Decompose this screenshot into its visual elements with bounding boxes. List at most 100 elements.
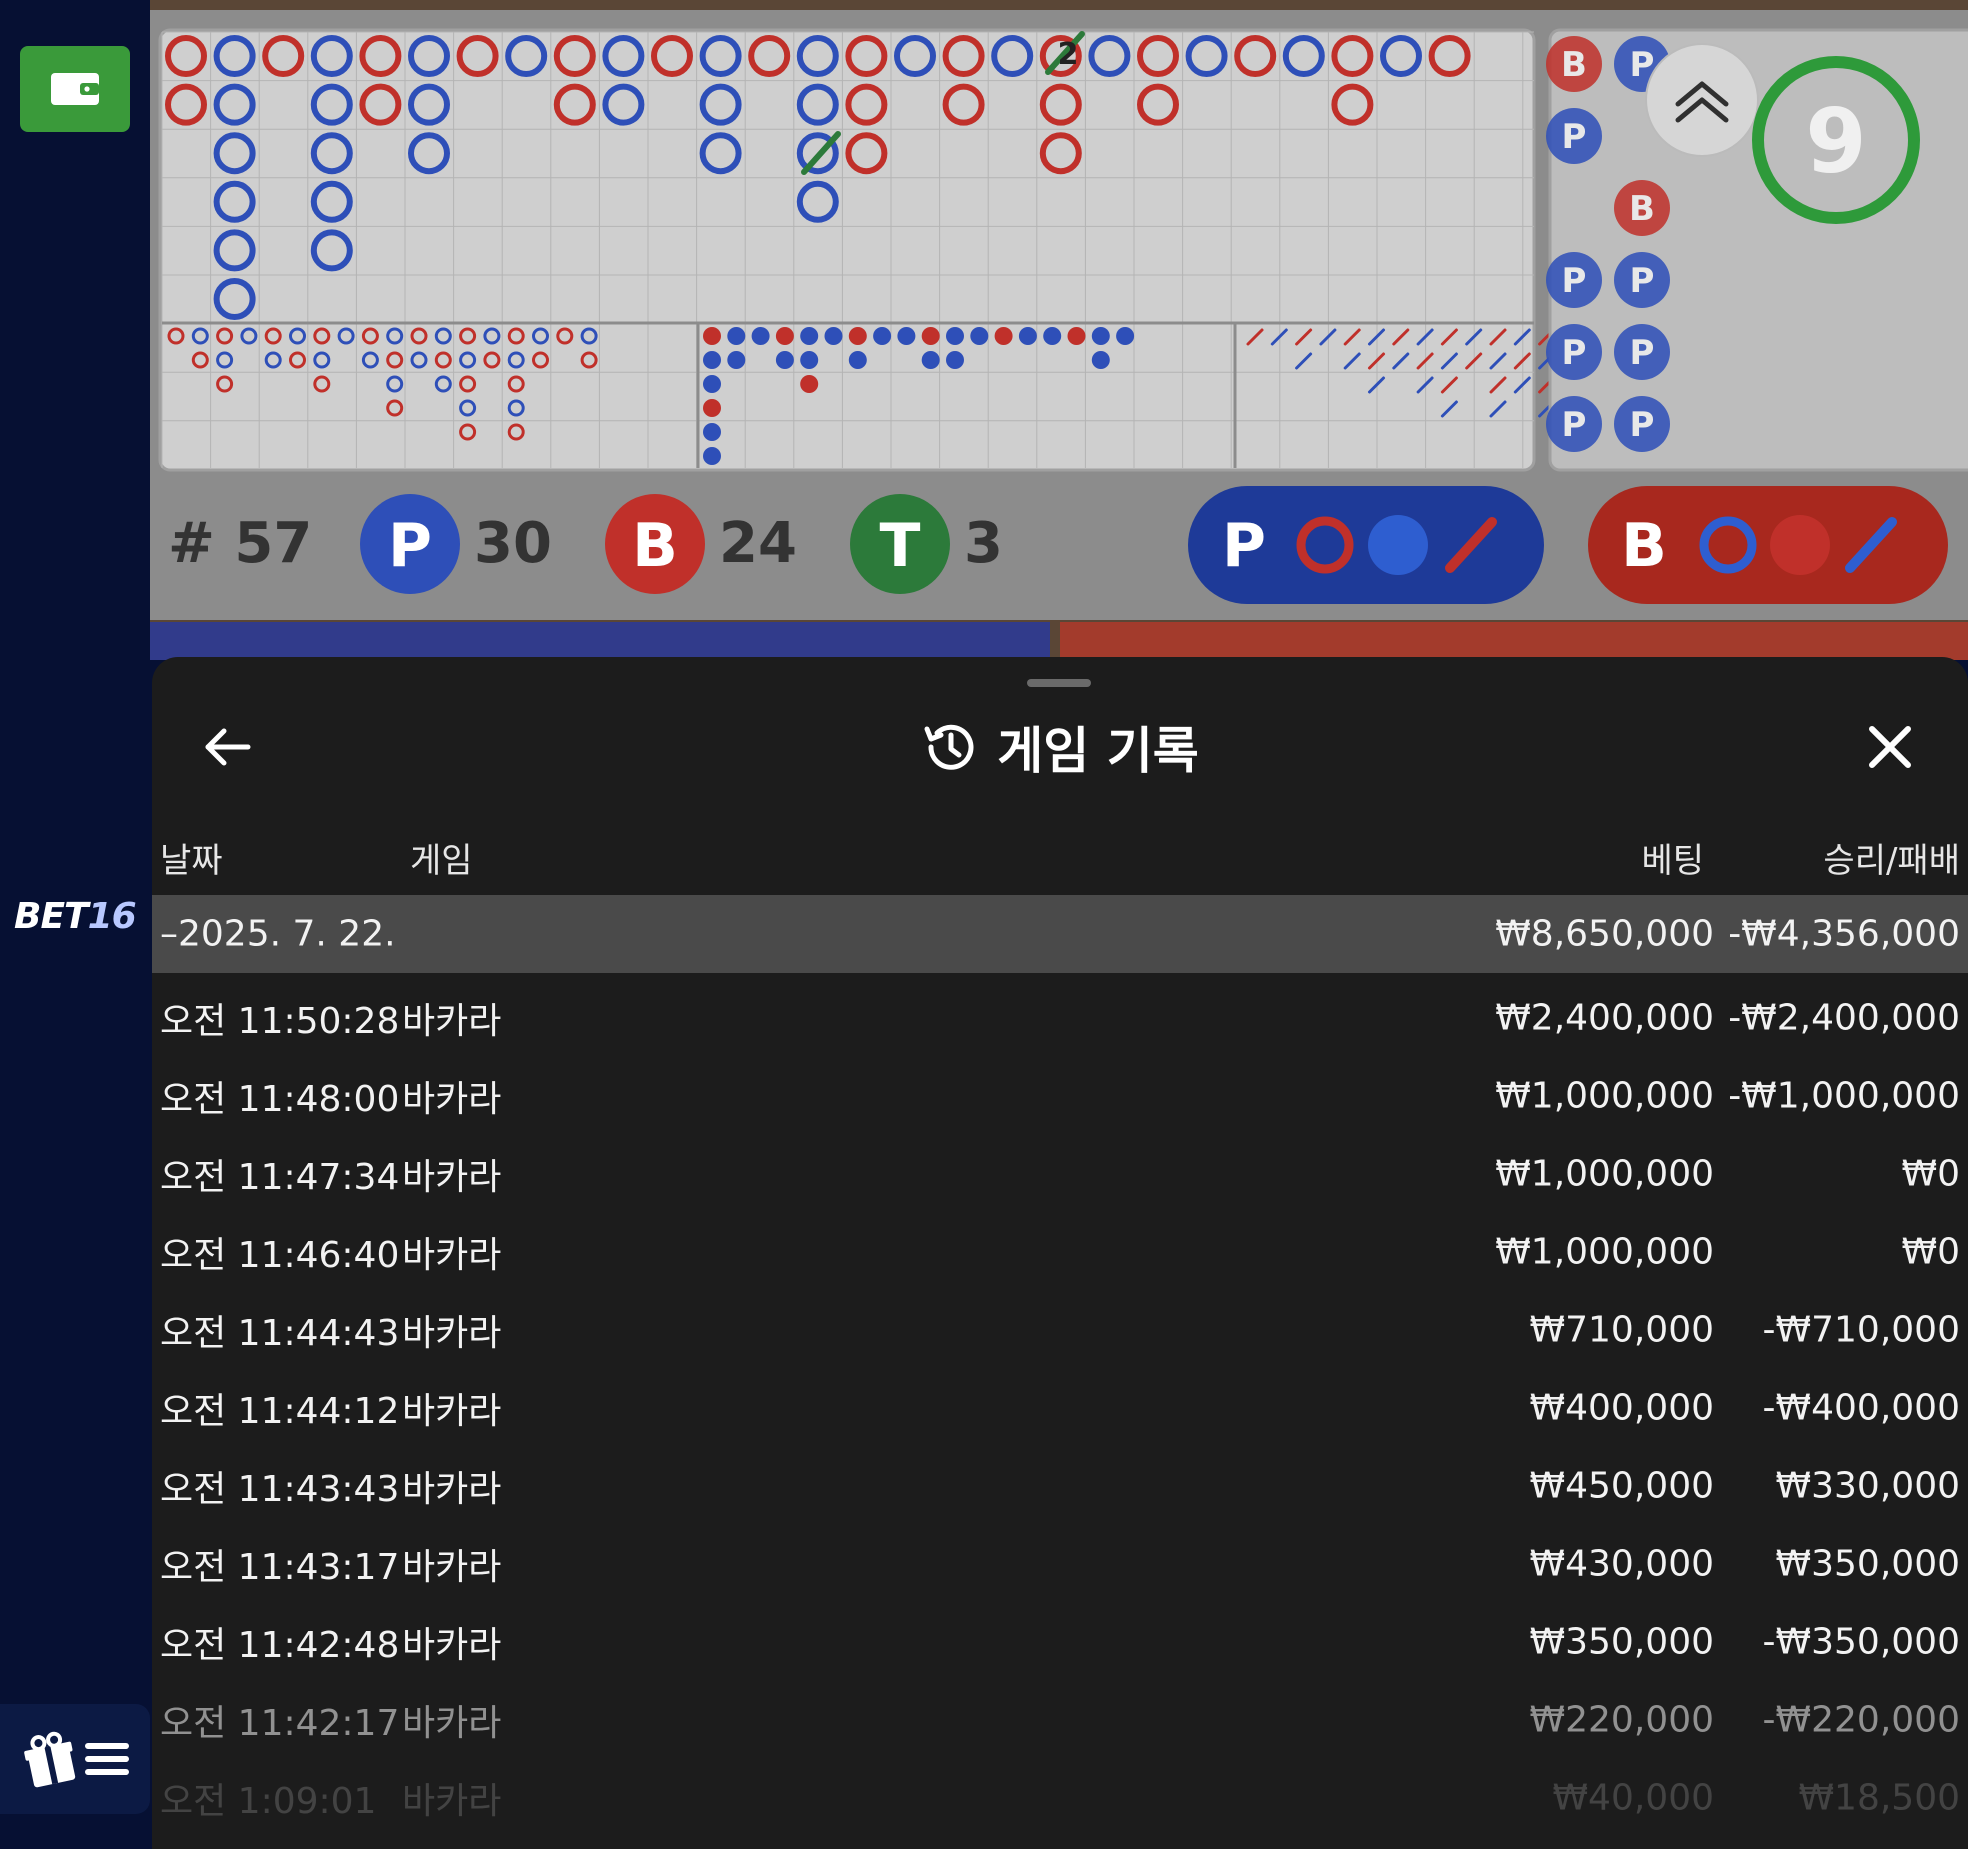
row-time: 오전 11:48:00 <box>160 1079 400 1120</box>
row-game: 바카라 <box>402 1157 502 1198</box>
row-time: 오전 11:44:43 <box>160 1313 400 1354</box>
row-time: 오전 11:44:12 <box>160 1391 400 1432</box>
row-result: ₩350,000 <box>1775 1543 1960 1585</box>
table-row[interactable]: 오전 11:42:17 바카라 ₩220,000 -₩220,000 <box>152 1681 1968 1759</box>
table-row[interactable]: 오전 1:09:01 바카라 ₩40,000 ₩18,500 <box>152 1759 1968 1837</box>
row-game: 바카라 <box>402 1547 502 1588</box>
banker-badge: B <box>632 511 678 581</box>
table-row[interactable]: 오전 11:44:12 바카라 ₩400,000 -₩400,000 <box>152 1369 1968 1447</box>
row-result: -₩220,000 <box>1762 1699 1960 1741</box>
row-bet: ₩400,000 <box>1529 1387 1714 1429</box>
banker-count: 24 <box>719 511 797 576</box>
summary-bet: ₩8,650,000 <box>1495 913 1714 955</box>
row-result: -₩1,000,000 <box>1728 1075 1960 1117</box>
tie-count-mark: 2 <box>1058 37 1079 72</box>
date-summary-row[interactable]: –2025. 7. 22. ₩8,650,000 -₩4,356,000 <box>152 895 1968 973</box>
brand-logo: BET16 <box>14 896 137 937</box>
row-game: 바카라 <box>402 1703 502 1744</box>
side-road-chip: P <box>1562 261 1587 301</box>
banker-predict-letter: B <box>1621 511 1667 581</box>
row-result: -₩2,400,000 <box>1728 997 1960 1039</box>
player-predict-letter: P <box>1222 511 1266 581</box>
row-bet: ₩430,000 <box>1529 1543 1714 1585</box>
table-row[interactable]: 오전 11:42:48 바카라 ₩350,000 -₩350,000 <box>152 1603 1968 1681</box>
row-result: -₩350,000 <box>1762 1621 1960 1663</box>
row-bet: ₩350,000 <box>1529 1621 1714 1663</box>
row-result: ₩18,500 <box>1798 1777 1960 1819</box>
tie-count: 3 <box>964 511 1003 576</box>
column-header-game: 게임 <box>410 841 473 881</box>
row-time: 오전 1:09:01 <box>160 1781 377 1822</box>
sheet-title: 게임 기록 <box>997 722 1199 780</box>
row-game: 바카라 <box>402 1313 502 1354</box>
column-header-date: 날짜 <box>160 841 223 881</box>
app-root: BET16 2 B P P B P P P P P P 9 # 57 P 30 … <box>0 0 1968 1849</box>
side-road-chip: B <box>1629 189 1655 229</box>
summary-date: –2025. 7. 22. <box>160 913 396 955</box>
side-road-chip: P <box>1562 405 1587 445</box>
gift-icon <box>24 1731 76 1788</box>
table-row[interactable]: 오전 11:44:43 바카라 ₩710,000 -₩710,000 <box>152 1291 1968 1369</box>
side-road-chip: P <box>1562 117 1587 157</box>
row-game: 바카라 <box>402 1079 502 1120</box>
table-row[interactable]: 오전 11:43:43 바카라 ₩450,000 ₩330,000 <box>152 1447 1968 1525</box>
wallet-button[interactable] <box>20 46 130 132</box>
row-time: 오전 11:50:28 <box>160 1001 400 1042</box>
history-clock-icon <box>924 724 974 770</box>
row-time: 오전 11:47:34 <box>160 1157 400 1198</box>
row-bet: ₩710,000 <box>1529 1309 1714 1351</box>
row-game: 바카라 <box>402 1391 502 1432</box>
left-sidebar: BET16 <box>0 0 150 1849</box>
row-time: 오전 11:42:17 <box>160 1703 400 1744</box>
player-count: 30 <box>474 511 552 576</box>
row-result: ₩0 <box>1901 1153 1961 1195</box>
summary-result: -₩4,356,000 <box>1728 913 1960 955</box>
row-bet: ₩220,000 <box>1529 1699 1714 1741</box>
side-road-chip: P <box>1630 261 1655 301</box>
side-road-chip: P <box>1562 333 1587 373</box>
table-header: 날짜 게임 베팅 승리/패배 <box>152 833 1968 883</box>
hamburger-menu-icon <box>85 1743 129 1775</box>
table-row[interactable]: 오전 11:46:40 바카라 ₩1,000,000 ₩0 <box>152 1213 1968 1291</box>
round-timer: 9 <box>1805 90 1866 193</box>
row-game: 바카라 <box>402 1781 502 1822</box>
side-road-chip: P <box>1630 405 1655 445</box>
row-time: 오전 11:42:48 <box>160 1625 400 1666</box>
row-bet: ₩2,400,000 <box>1495 997 1714 1039</box>
promo-menu-button[interactable] <box>0 1704 150 1814</box>
row-game: 바카라 <box>402 1001 502 1042</box>
sheet-header: 게임 기록 <box>152 712 1968 782</box>
row-result: ₩330,000 <box>1775 1465 1960 1507</box>
table-row[interactable]: 오전 11:48:00 바카라 ₩1,000,000 -₩1,000,000 <box>152 1057 1968 1135</box>
row-result: -₩710,000 <box>1762 1309 1960 1351</box>
scoreboard-area: 2 BPPBPPPPPP 9 # 57 P 30 B 24 T 3 P B <box>150 0 1968 660</box>
history-table: –2025. 7. 22. ₩8,650,000 -₩4,356,000 오전 … <box>152 895 1968 1837</box>
round-number: # 57 <box>168 511 312 576</box>
row-bet: ₩40,000 <box>1552 1777 1714 1819</box>
row-bet: ₩1,000,000 <box>1495 1231 1714 1273</box>
game-history-sheet: 게임 기록 날짜 게임 베팅 승리/패배 –2025. 7. 22. ₩8,65… <box>152 657 1968 1849</box>
table-row[interactable]: 오전 11:47:34 바카라 ₩1,000,000 ₩0 <box>152 1135 1968 1213</box>
tie-badge: T <box>880 511 921 581</box>
row-game: 바카라 <box>402 1625 502 1666</box>
row-time: 오전 11:46:40 <box>160 1235 400 1276</box>
close-button[interactable] <box>1858 715 1922 779</box>
close-icon <box>1869 726 1911 768</box>
scoreboard-roads: 2 BPPBPPPPPP 9 # 57 P 30 B 24 T 3 P <box>150 28 1968 660</box>
row-time: 오전 11:43:17 <box>160 1547 400 1588</box>
drag-handle[interactable] <box>1027 679 1091 687</box>
table-row[interactable]: 오전 11:43:17 바카라 ₩430,000 ₩350,000 <box>152 1525 1968 1603</box>
side-road-chip: P <box>1630 333 1655 373</box>
row-game: 바카라 <box>402 1469 502 1510</box>
row-bet: ₩450,000 <box>1529 1465 1714 1507</box>
row-game: 바카라 <box>402 1235 502 1276</box>
row-time: 오전 11:43:43 <box>160 1469 400 1510</box>
row-bet: ₩1,000,000 <box>1495 1075 1714 1117</box>
table-row[interactable]: 오전 11:50:28 바카라 ₩2,400,000 -₩2,400,000 <box>152 979 1968 1057</box>
side-road-chip: B <box>1561 45 1587 85</box>
wallet-icon <box>51 73 99 105</box>
column-header-result: 승리/패배 <box>1823 841 1960 881</box>
column-header-bet: 베팅 <box>1641 841 1704 881</box>
player-badge: P <box>388 511 432 581</box>
row-bet: ₩1,000,000 <box>1495 1153 1714 1195</box>
